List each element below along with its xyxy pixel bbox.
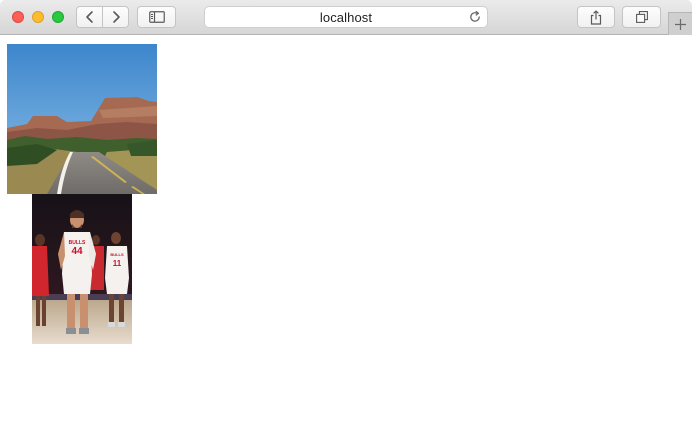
browser-toolbar: localhost: [0, 0, 692, 36]
tabs-overview-button[interactable]: [622, 6, 661, 28]
address-bar[interactable]: localhost: [204, 6, 488, 28]
share-button[interactable]: [577, 6, 615, 28]
sidebar-toggle-button[interactable]: [137, 6, 176, 28]
sidebar-icon: [148, 11, 165, 23]
url-text: localhost: [319, 9, 373, 25]
tabs-overview-icon: [635, 11, 648, 23]
page-content: BULLS 44 BULLS 11: [0, 35, 692, 426]
svg-text:44: 44: [71, 246, 83, 257]
reload-icon[interactable]: [468, 10, 482, 24]
chevron-left-icon: [85, 11, 93, 23]
basketball-players-photo: BULLS 44 BULLS 11: [32, 194, 132, 344]
back-button[interactable]: [76, 6, 103, 28]
close-window-button[interactable]: [12, 11, 24, 23]
minimize-window-button[interactable]: [32, 11, 44, 23]
share-icon: [590, 9, 602, 25]
new-tab-button[interactable]: [668, 12, 692, 36]
chevron-right-icon: [112, 11, 120, 23]
browser-window: localhost BULLS 44 BULLS 11: [0, 0, 692, 426]
plus-icon: [675, 19, 686, 30]
desert-road-photo: [7, 44, 157, 194]
navigation-buttons: [76, 6, 129, 28]
svg-text:BULLS: BULLS: [110, 252, 124, 257]
forward-button[interactable]: [103, 6, 129, 28]
svg-text:11: 11: [113, 259, 122, 268]
maximize-window-button[interactable]: [52, 11, 64, 23]
